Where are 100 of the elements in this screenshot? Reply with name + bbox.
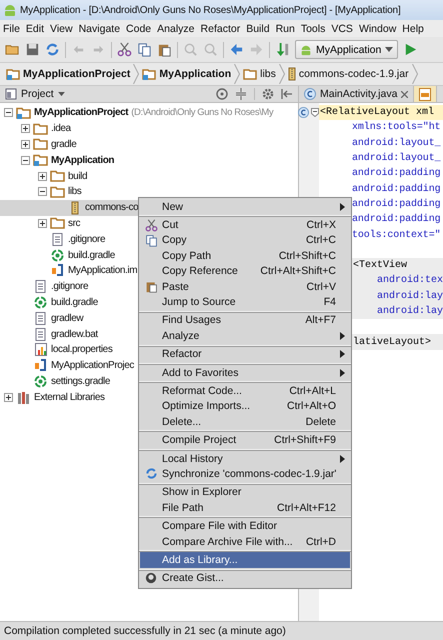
tree-item[interactable]: External Libraries [34,392,105,403]
menu-item[interactable]: New [140,199,350,214]
android-icon [300,44,312,56]
copy-icon[interactable] [137,42,152,57]
tree-toggle-icon[interactable] [38,187,47,196]
run-config-dropdown[interactable]: MyApplication [295,40,398,59]
breadcrumb[interactable]: MyApplication [142,68,232,80]
menu-item[interactable]: Paste Ctrl+V [140,278,350,294]
menu-item[interactable]: Edit [26,22,44,34]
menu-item[interactable]: Compare File with Editor [140,518,350,534]
tree-item[interactable]: src [68,218,80,229]
menu-item[interactable]: Compare Archive File with... Ctrl+D [140,534,350,550]
menu-item[interactable]: Reformat Code... Ctrl+Alt+L [140,383,350,399]
tree-item[interactable]: build.gradle [68,250,115,261]
tree-item[interactable]: gradle [51,138,76,150]
menu-item[interactable]: Help [402,22,424,34]
tree-item[interactable]: gradlew [51,312,84,324]
menu-item[interactable]: Cut Ctrl+X [140,217,350,233]
tree-toggle-icon[interactable] [21,124,30,134]
menu-item[interactable]: Window [358,22,396,34]
tree-toggle-icon[interactable] [38,172,47,181]
properties-icon [34,343,46,356]
module-folder-icon [6,68,20,80]
libraries-icon [16,390,30,404]
back-arrow-icon[interactable] [229,42,244,57]
folder-icon [243,68,258,80]
cut-icon[interactable] [117,42,132,57]
code-line: <RelativeLayout xml [320,107,434,118]
settings-icon[interactable] [262,88,274,100]
tree-item[interactable]: build [68,170,88,182]
tree-item[interactable]: local.properties [51,344,112,356]
download-arrow-icon[interactable] [275,42,290,57]
jar-icon [70,200,78,215]
tree-toggle-icon[interactable] [4,392,13,402]
menu-item[interactable]: Analyze [140,328,350,344]
tree-toggle-icon[interactable] [21,156,30,165]
menu-item[interactable]: Show in Explorer [140,484,350,500]
tree-item[interactable]: gradlew.bat [51,328,98,340]
code-line: xmlns:tools="ht [352,122,441,134]
code-line: android:layout_ [352,153,441,164]
run-icon[interactable] [403,42,418,57]
project-path: (D:\Android\Only Guns No Roses\My [131,107,274,118]
tree-item[interactable]: MyApplicationProjec [51,360,134,372]
menu-item[interactable]: Optimize Imports... Ctrl+Alt+O [140,398,350,414]
tree-item[interactable]: MyApplicationProject [34,107,128,118]
editor-tab[interactable]: MainActivity.java [299,86,414,102]
fold-icon[interactable] [311,108,319,117]
tree-item[interactable]: MyApplication [51,154,114,166]
menu-item[interactable]: Tools [300,22,326,34]
tree-toggle-icon[interactable] [4,108,13,118]
menu-item[interactable]: View [50,22,73,34]
menu-item[interactable]: Compile Project Ctrl+Shift+F9 [140,432,350,448]
tree-item[interactable]: .gitignore [68,234,106,245]
paste-icon[interactable] [157,42,172,57]
editor-tab[interactable] [414,86,438,102]
close-icon[interactable] [401,90,408,98]
menu-item[interactable]: Copy Path Ctrl+Shift+C [140,248,350,264]
tree-item[interactable]: MyApplication.im [68,265,138,276]
menu-item[interactable]: Add to Favorites [140,364,350,380]
tree-item[interactable]: .idea [51,123,71,134]
menu-item[interactable]: Run [276,22,295,34]
menu-item[interactable]: Refactor [140,346,350,362]
menu-item[interactable]: File [3,22,20,34]
menu-item[interactable]: Build [246,22,270,34]
breadcrumb[interactable]: commons-codec-1.9.jar [288,67,409,81]
chevron-icon [278,64,285,84]
tree-toggle-icon[interactable] [21,140,30,149]
menu-item[interactable]: Local History [140,450,350,466]
menu-item[interactable]: VCS [331,22,353,34]
gradle-icon [51,248,64,262]
menu-item[interactable]: Add as Library... [140,552,350,568]
module-file-icon [34,359,47,372]
menu-item[interactable]: Analyze [157,22,195,34]
hide-panel-icon[interactable] [281,88,293,100]
breadcrumb[interactable]: MyApplicationProject [6,68,130,80]
menu-item[interactable]: Find Usages Alt+F7 [140,312,350,328]
menu-item[interactable]: Create Gist... [140,570,350,586]
tree-item[interactable]: .gitignore [51,281,88,292]
tree-item[interactable]: build.gradle [51,296,98,308]
menu-item[interactable]: Code [126,22,152,34]
menu-item[interactable]: Copy Ctrl+C [140,232,350,248]
folder-icon [50,170,65,182]
menu-item[interactable]: Refactor [200,22,240,34]
code-line: tools:context=" [352,230,441,241]
project-view-dropdown[interactable]: Project [5,88,87,100]
menu-item[interactable]: Navigate [78,22,120,34]
breadcrumb[interactable]: libs [243,68,276,80]
menu-item[interactable]: Synchronize 'commons-codec-1.9.jar' [140,466,350,482]
menu-item[interactable]: Copy Reference Ctrl+Alt+Shift+C [140,264,350,279]
tree-toggle-icon[interactable] [38,218,47,228]
tree-item[interactable]: libs [68,186,82,198]
menu-item[interactable]: File Path Ctrl+Alt+F12 [140,500,350,516]
save-icon[interactable] [25,42,40,57]
collapse-all-icon[interactable] [235,88,247,100]
sync-icon[interactable] [45,42,60,57]
target-icon[interactable] [216,88,228,100]
tree-item[interactable]: commons-co [85,202,138,214]
menu-item[interactable]: Jump to Source F4 [140,294,350,310]
tree-item[interactable]: settings.gradle [51,376,110,387]
menu-item[interactable]: Delete... Delete [140,414,350,430]
